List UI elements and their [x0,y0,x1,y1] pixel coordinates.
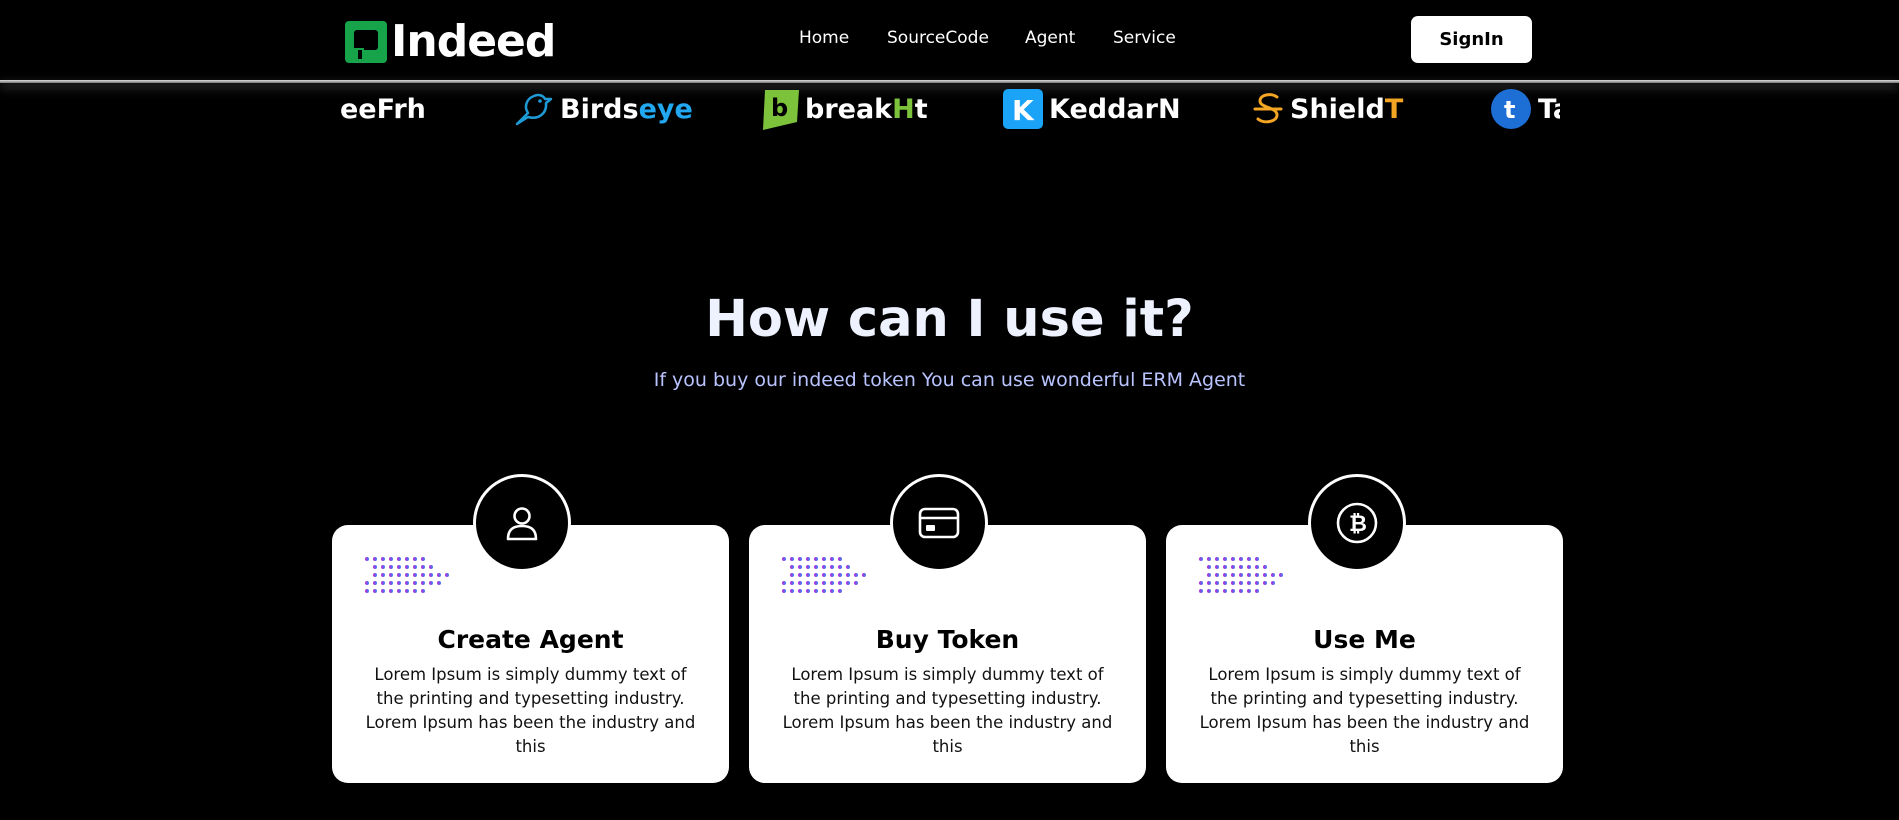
nav-menu: Home SourceCode Agent Service [0,28,1899,52]
section-heading: How can I use it? [705,290,1194,349]
t-circle-icon: t [1490,88,1532,130]
signin-button[interactable]: SignIn [1411,16,1532,63]
bird-icon [514,91,554,127]
partner-logos-strip: eeFrh Birds eye b break Ht K KeddarN Shi… [340,84,1560,134]
partner-name: KeddarN [1049,93,1181,125]
partner-logo-1: eeFrh [340,84,426,134]
partner-name-accent: H [892,93,915,125]
partner-name-rest: t [914,93,928,125]
card-description: Lorem Ipsum is simply dummy text of the … [1199,665,1530,756]
card-description: Lorem Ipsum is simply dummy text of the … [782,665,1113,756]
card-title: Create Agent [437,625,624,654]
partner-name: eeFrh [340,93,426,125]
partner-name: Ta [1538,93,1560,125]
user-icon [473,474,571,572]
dots-decoration [1197,555,1289,599]
svg-text:b: b [771,94,788,122]
partner-name-accent: T [1384,93,1404,125]
partner-logo-shieldt: Shield T [1252,84,1403,134]
navbar-divider [0,80,1899,83]
partner-logo-ta: t Ta [1490,84,1560,134]
nav-link-home[interactable]: Home [799,28,849,48]
credit-card-icon [890,474,988,572]
bitcoin-icon: ₿ [1308,474,1406,572]
b-badge-icon: b [759,88,799,130]
s-strike-icon [1252,91,1284,127]
partner-logo-keddarn: K KeddarN [1003,84,1181,134]
svg-text:₿: ₿ [1349,512,1367,537]
k-square-icon: K [1003,89,1043,129]
partner-name-accent: eye [638,93,693,125]
svg-text:K: K [1012,94,1035,127]
partner-name-main: break [805,93,893,125]
partner-name-main: Shield [1290,93,1385,125]
partner-name-main: Birds [560,93,639,125]
nav-link-agent[interactable]: Agent [1025,28,1075,48]
navbar: Indeed Home SourceCode Agent Service Sig… [0,0,1899,80]
svg-text:t: t [1504,96,1515,124]
card-description: Lorem Ipsum is simply dummy text of the … [365,665,696,756]
dots-decoration [780,555,872,599]
nav-link-sourcecode[interactable]: SourceCode [887,28,989,48]
dots-decoration [363,555,455,599]
nav-link-service[interactable]: Service [1113,28,1176,48]
card-title: Use Me [1313,625,1416,654]
card-title: Buy Token [875,625,1020,654]
partner-logo-birdseye: Birds eye [514,84,693,134]
section-subheading: If you buy our indeed token You can use … [653,369,1246,391]
partner-logo-breakht: b break Ht [759,84,928,134]
